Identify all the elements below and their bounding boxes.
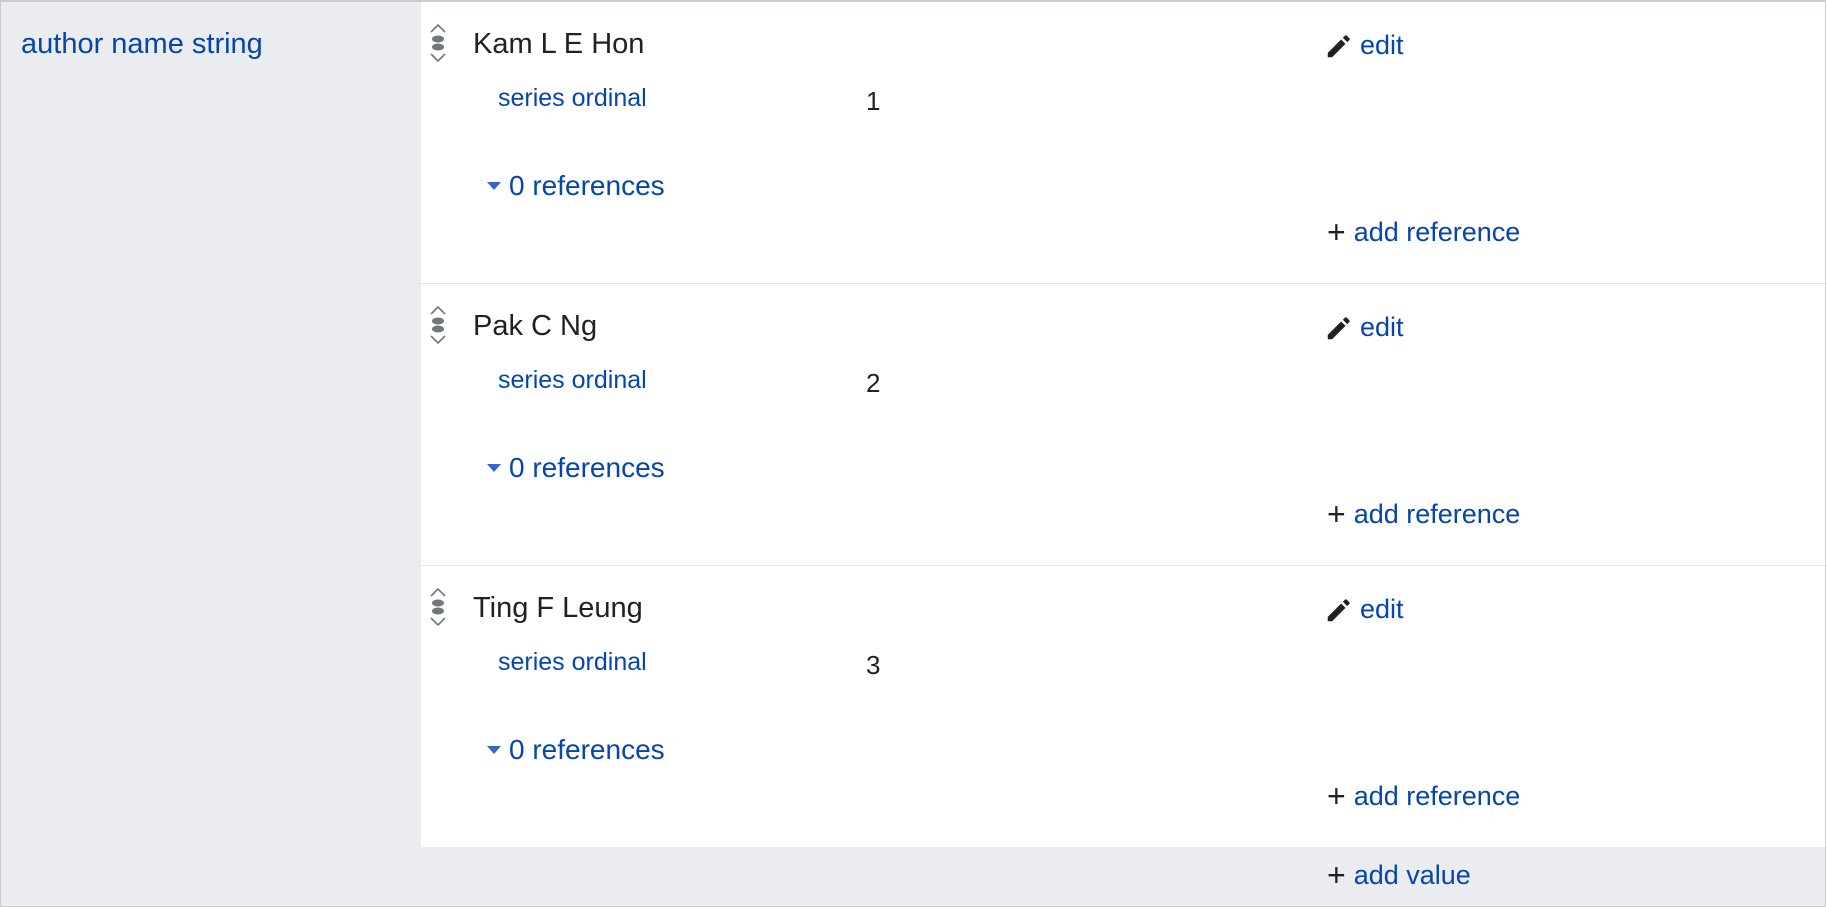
plus-icon: + — [1327, 496, 1346, 532]
references-label: 0 references — [509, 170, 665, 201]
plus-icon: + — [1327, 778, 1346, 814]
qualifier-property[interactable]: series ordinal — [498, 84, 647, 113]
statement: Ting F Leung edit series ordinal 3 0 ref… — [421, 566, 1825, 847]
add-value-label: add value — [1353, 859, 1471, 890]
statement: Kam L E Hon edit series ordinal 1 0 refe… — [421, 2, 1825, 284]
add-reference-label: add reference — [1353, 780, 1521, 811]
qualifier-property[interactable]: series ordinal — [498, 648, 647, 677]
add-value-button[interactable]: + add value — [1327, 859, 1471, 891]
edit-label: edit — [1360, 594, 1404, 624]
references-label: 0 references — [509, 734, 665, 765]
references-toggle[interactable]: 0 references — [487, 452, 665, 484]
pencil-icon — [1327, 34, 1350, 57]
edit-label: edit — [1360, 312, 1404, 342]
triangle-down-icon — [487, 464, 501, 472]
plus-icon: + — [1327, 857, 1346, 893]
statement-group: author name string Kam L E Hon edit seri… — [0, 0, 1826, 907]
qualifier-value: 3 — [866, 650, 881, 680]
edit-button[interactable]: edit — [1324, 30, 1404, 61]
statement-value: Pak C Ng — [473, 310, 598, 342]
statement-value: Kam L E Hon — [473, 28, 645, 60]
references-toggle[interactable]: 0 references — [487, 734, 665, 766]
rank-selector-icon[interactable] — [427, 304, 449, 346]
pencil-icon — [1327, 598, 1350, 621]
add-reference-label: add reference — [1353, 216, 1521, 247]
edit-label: edit — [1360, 30, 1404, 60]
add-reference-label: add reference — [1353, 498, 1521, 529]
statement: Pak C Ng edit series ordinal 2 0 referen… — [421, 284, 1825, 566]
rank-selector-icon[interactable] — [427, 22, 449, 64]
pencil-icon — [1327, 316, 1350, 339]
edit-button[interactable]: edit — [1324, 312, 1404, 343]
statement-list: Kam L E Hon edit series ordinal 1 0 refe… — [421, 2, 1825, 847]
edit-button[interactable]: edit — [1324, 594, 1404, 625]
qualifier-value: 2 — [866, 368, 881, 398]
qualifier-value: 1 — [866, 86, 881, 116]
triangle-down-icon — [487, 182, 501, 190]
property-label[interactable]: author name string — [21, 28, 263, 61]
qualifier-property[interactable]: series ordinal — [498, 366, 647, 395]
statement-value: Ting F Leung — [473, 592, 643, 624]
add-reference-button[interactable]: + add reference — [1327, 498, 1520, 530]
triangle-down-icon — [487, 746, 501, 754]
references-toggle[interactable]: 0 references — [487, 170, 665, 202]
rank-selector-icon[interactable] — [427, 586, 449, 628]
add-reference-button[interactable]: + add reference — [1327, 216, 1520, 248]
add-reference-button[interactable]: + add reference — [1327, 780, 1520, 812]
plus-icon: + — [1327, 214, 1346, 250]
references-label: 0 references — [509, 452, 665, 483]
